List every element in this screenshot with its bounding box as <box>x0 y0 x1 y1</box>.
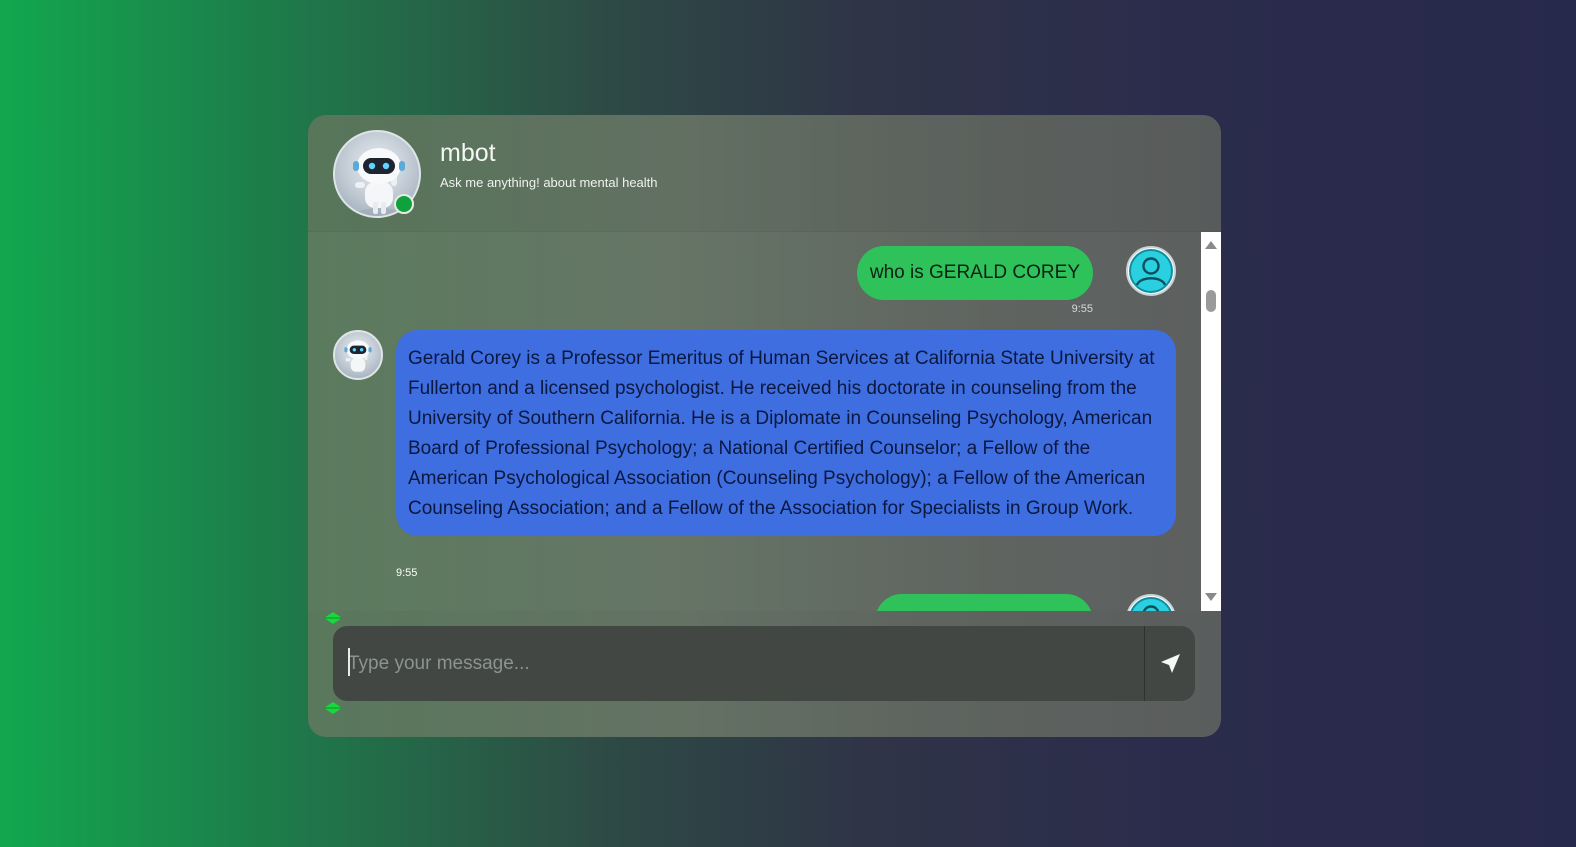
user-avatar-icon <box>1130 597 1172 611</box>
send-button[interactable] <box>1145 626 1195 701</box>
user-avatar <box>1126 594 1176 611</box>
scroll-thumb[interactable] <box>1206 290 1216 312</box>
scroll-down-arrow-icon[interactable] <box>1205 593 1217 601</box>
text-caret <box>348 648 350 676</box>
resize-handle-icon[interactable] <box>323 611 343 625</box>
bot-name: mbot <box>440 139 496 167</box>
bot-subtitle: Ask me anything! about mental health <box>440 175 658 190</box>
online-status-indicator <box>394 194 414 214</box>
robot-icon <box>344 340 372 372</box>
chat-header: mbot Ask me anything! about mental healt… <box>308 115 1221 232</box>
composer-area <box>308 611 1221 737</box>
resize-handle-icon[interactable] <box>323 701 343 715</box>
message-scrollbar[interactable] <box>1201 232 1221 611</box>
message-list[interactable]: who is GERALD COREY 9:55 Gerald Corey is… <box>308 232 1201 611</box>
user-message-bubble: who is GERALD COREY <box>856 246 1093 300</box>
message-input-box <box>333 626 1195 701</box>
user-avatar <box>1126 246 1176 296</box>
send-icon <box>1161 653 1180 673</box>
scroll-up-arrow-icon[interactable] <box>1205 241 1217 249</box>
user-avatar-icon <box>1129 249 1173 293</box>
user-message-bubble <box>875 594 1093 611</box>
message-input[interactable] <box>333 626 1145 701</box>
bot-avatar-small <box>333 330 383 380</box>
chat-window: mbot Ask me anything! about mental healt… <box>308 115 1221 737</box>
message-timestamp: 9:55 <box>396 567 418 579</box>
message-timestamp: 9:55 <box>1071 303 1093 315</box>
bot-message-bubble: Gerald Corey is a Professor Emeritus of … <box>396 330 1176 536</box>
